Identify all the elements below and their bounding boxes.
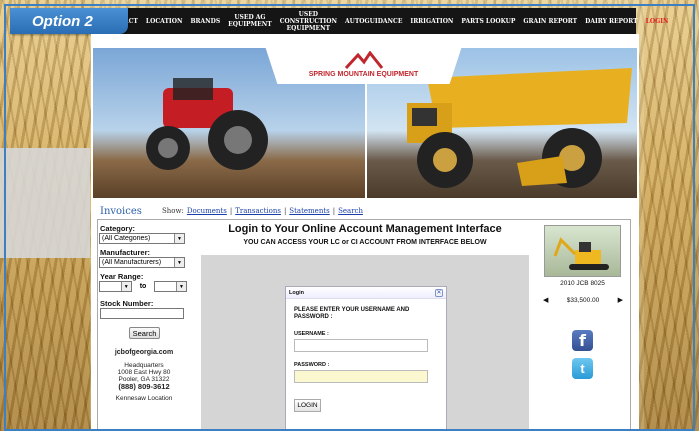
option-frame — [4, 4, 695, 431]
